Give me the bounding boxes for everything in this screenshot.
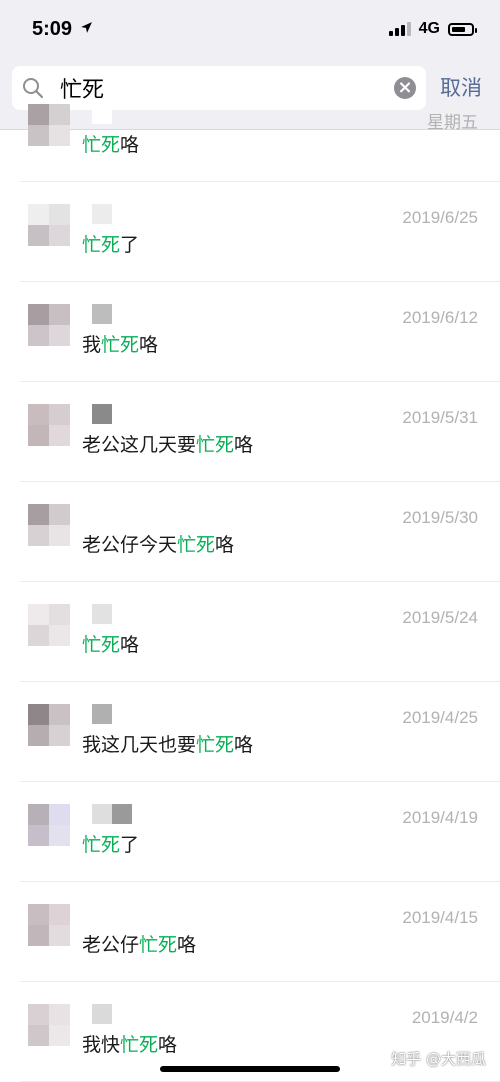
contact-name-pixelated xyxy=(92,404,112,424)
snippet-keyword-highlight: 忙死 xyxy=(101,334,140,356)
clock-text: 5:09 xyxy=(32,18,73,40)
message-snippet: 忙死了 xyxy=(82,230,139,257)
search-result-item[interactable]: 2019/5/24 忙死咯 xyxy=(0,582,500,682)
home-indicator[interactable] xyxy=(160,1066,340,1072)
avatar xyxy=(28,704,70,746)
battery-icon xyxy=(448,22,477,36)
status-indicators: 4G xyxy=(388,20,477,38)
message-date: 2019/6/12 xyxy=(402,308,478,327)
message-snippet: 忙死咯 xyxy=(82,630,139,657)
search-result-item[interactable]: 2019/6/25 忙死了 xyxy=(0,182,500,282)
snippet-keyword-highlight: 忙死 xyxy=(82,234,121,256)
snippet-keyword-highlight: 忙死 xyxy=(82,634,121,656)
message-date: 2019/6/25 xyxy=(402,208,478,227)
avatar xyxy=(28,304,70,346)
snippet-keyword-highlight: 忙死 xyxy=(82,134,121,156)
contact-name-pixelated xyxy=(92,1004,112,1024)
avatar xyxy=(28,1004,70,1046)
avatar xyxy=(28,404,70,446)
message-date: 2019/4/19 xyxy=(402,808,478,827)
snippet-keyword-highlight: 忙死 xyxy=(196,434,235,456)
snippet-text-after: 咯 xyxy=(177,934,197,956)
search-result-item[interactable]: 2019/5/30 老公仔今天忙死咯 xyxy=(0,482,500,582)
snippet-text-before: 老公这几天要 xyxy=(82,434,197,456)
message-date: 2019/4/15 xyxy=(402,908,478,927)
snippet-text-before: 老公仔 xyxy=(82,934,140,956)
contact-name-pixelated xyxy=(92,704,112,724)
message-snippet: 忙死了 xyxy=(82,830,139,857)
contact-name-pixelated xyxy=(92,304,112,324)
search-result-item[interactable]: 2019/4/19 忙死了 xyxy=(0,782,500,882)
avatar xyxy=(28,604,70,646)
status-time: 5:09 xyxy=(32,18,93,41)
watermark: 知乎 @大西瓜 xyxy=(391,1050,486,1068)
avatar xyxy=(28,804,70,846)
snippet-keyword-highlight: 忙死 xyxy=(177,534,216,556)
contact-name-pixelated xyxy=(92,904,112,924)
contact-name-pixelated xyxy=(92,204,112,224)
snippet-text-before: 老公仔今天 xyxy=(82,534,178,556)
message-date: 2019/5/30 xyxy=(402,508,478,527)
search-result-item[interactable]: 2019/4/15 老公仔忙死咯 xyxy=(0,882,500,982)
snippet-keyword-highlight: 忙死 xyxy=(120,1034,159,1056)
search-result-item[interactable]: 2019/6/12 我忙死咯 xyxy=(0,282,500,382)
snippet-keyword-highlight: 忙死 xyxy=(139,934,178,956)
search-result-item[interactable]: 2019/4/25 我这几天也要忙死咯 xyxy=(0,682,500,782)
search-result-item[interactable]: 星期五忙死咯 xyxy=(0,82,500,182)
snippet-text-after: 咯 xyxy=(234,734,254,756)
message-date: 2019/5/31 xyxy=(402,408,478,427)
contact-name-pixelated xyxy=(92,504,112,524)
message-date: 2019/4/25 xyxy=(402,708,478,727)
location-arrow-icon xyxy=(80,22,92,33)
message-snippet: 我快忙死咯 xyxy=(82,1030,177,1057)
message-snippet: 老公仔今天忙死咯 xyxy=(82,530,234,557)
message-date: 2019/5/24 xyxy=(402,608,478,627)
search-result-item[interactable]: 2019/5/31 老公这几天要忙死咯 xyxy=(0,382,500,482)
message-date: 星期五 xyxy=(427,113,478,132)
contact-name-pixelated xyxy=(92,804,132,824)
contact-name-pixelated xyxy=(92,604,112,624)
message-snippet: 老公仔忙死咯 xyxy=(82,930,196,957)
network-type: 4G xyxy=(418,20,440,37)
snippet-keyword-highlight: 忙死 xyxy=(196,734,235,756)
snippet-text-after: 了 xyxy=(120,834,140,856)
search-results-screen: 5:09 4G × 取消 xyxy=(0,0,500,1082)
snippet-text-after: 了 xyxy=(120,234,140,256)
snippet-text-after: 咯 xyxy=(234,434,254,456)
message-snippet: 我这几天也要忙死咯 xyxy=(82,730,253,757)
battery-fill xyxy=(452,26,465,32)
avatar xyxy=(28,204,70,246)
message-snippet: 我忙死咯 xyxy=(82,330,158,357)
snippet-text-before: 我这几天也要 xyxy=(82,734,197,756)
snippet-text-before: 我 xyxy=(82,334,102,356)
message-date: 2019/4/2 xyxy=(411,1008,478,1027)
message-snippet: 老公这几天要忙死咯 xyxy=(82,430,253,457)
cellular-signal-icon xyxy=(388,22,411,36)
snippet-keyword-highlight: 忙死 xyxy=(82,834,121,856)
snippet-text-after: 咯 xyxy=(139,334,159,356)
avatar xyxy=(28,504,70,546)
snippet-text-after: 咯 xyxy=(120,634,140,656)
snippet-text-after: 咯 xyxy=(158,1034,178,1056)
avatar xyxy=(28,104,70,146)
message-snippet: 忙死咯 xyxy=(82,130,139,157)
snippet-text-after: 咯 xyxy=(120,134,140,156)
status-bar: 5:09 4G xyxy=(0,0,500,58)
snippet-text-after: 咯 xyxy=(215,534,235,556)
avatar xyxy=(28,904,70,946)
contact-name-pixelated xyxy=(92,104,112,124)
snippet-text-before: 我快 xyxy=(82,1034,121,1056)
